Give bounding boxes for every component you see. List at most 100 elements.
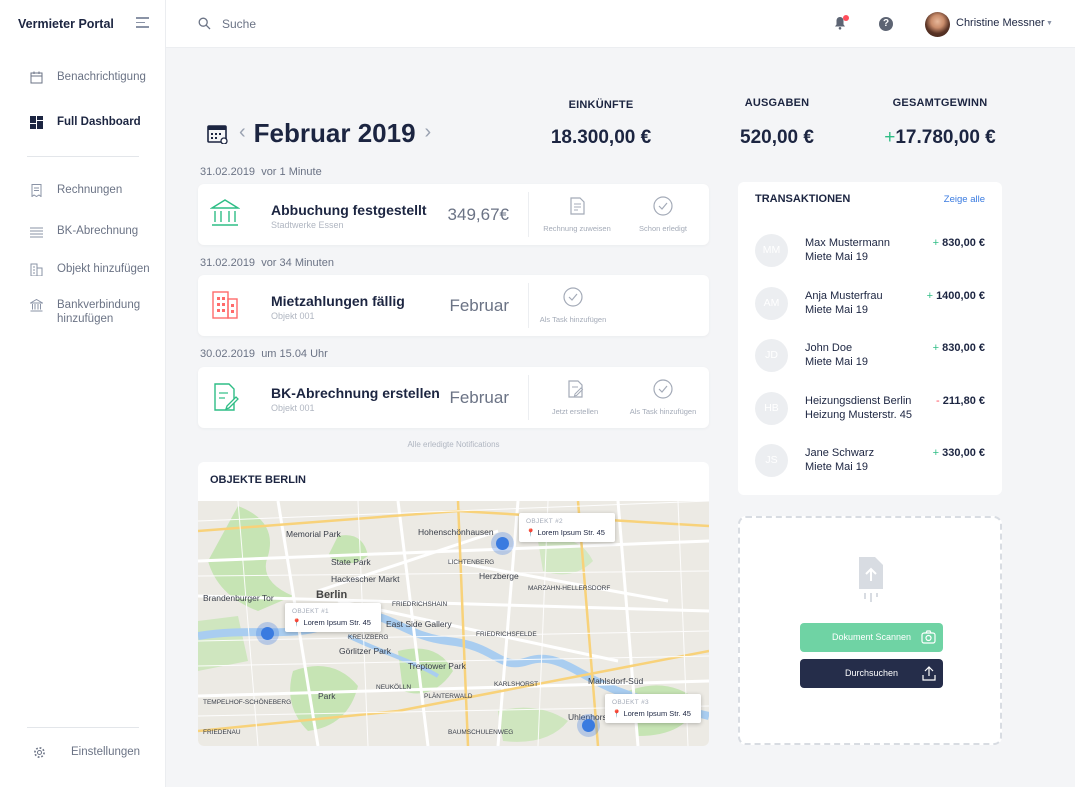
map-place-label: FRIEDRICHSFELDE bbox=[476, 631, 537, 638]
calendar-icon bbox=[30, 71, 43, 84]
document-edit-icon bbox=[568, 380, 584, 398]
transaction-amount: + 830,00 € bbox=[932, 342, 985, 354]
browse-button[interactable]: Durchsuchen bbox=[800, 659, 943, 688]
map-place-label: FRIEDRICHSHAIN bbox=[392, 601, 448, 608]
calendar-icon[interactable] bbox=[207, 124, 229, 144]
chevron-left-icon[interactable]: ‹ bbox=[239, 121, 246, 144]
notification-title: Mietzahlungen fällig bbox=[271, 293, 405, 309]
kpi-profit-amount: 17.780,00 € bbox=[895, 127, 996, 148]
menu-toggle-icon[interactable] bbox=[136, 17, 149, 29]
map-place-label: TEMPELHOF-SCHÖNEBERG bbox=[203, 699, 292, 706]
map-place-label: Treptower Park bbox=[408, 661, 466, 671]
gear-icon bbox=[34, 747, 45, 758]
scan-document-button[interactable]: Dokument Scannen bbox=[800, 623, 943, 652]
assign-invoice-action[interactable]: Rechnung zuweisen bbox=[532, 196, 622, 233]
transactions-title: TRANSAKTIONEN bbox=[755, 193, 851, 205]
sidebar-item-objekt-hinzufuegen[interactable]: Objekt hinzufügen bbox=[30, 262, 150, 276]
map-title: OBJEKTE BERLIN bbox=[210, 474, 306, 486]
map-popup-address: 📍 Lorem Ipsum Str. 45 bbox=[612, 709, 691, 718]
check-circle-icon bbox=[653, 379, 673, 399]
sidebar-item-label: Bankverbindung hinzufügen bbox=[57, 299, 141, 325]
document-edit-icon bbox=[214, 383, 239, 411]
map-place-label: Park bbox=[318, 691, 336, 701]
current-month: Februar 2019 bbox=[253, 118, 416, 148]
notification-amount: Februar bbox=[449, 388, 509, 407]
notification-card[interactable]: BK-Abrechnung erstellen Objekt 001 Febru… bbox=[198, 367, 709, 428]
divider bbox=[528, 375, 529, 420]
notification-date: 31.02.2019 vor 34 Minuten bbox=[200, 257, 334, 269]
map-place-label: MARZAHN-HELLERSDORF bbox=[528, 585, 611, 592]
map-popup-objekt-3[interactable]: OBJEKT #3 📍 Lorem Ipsum Str. 45 bbox=[605, 694, 701, 723]
sidebar-item-label: Benachrichtigung bbox=[57, 71, 146, 83]
map-marker-objekt-1[interactable] bbox=[261, 627, 274, 640]
notification-amount: Februar bbox=[449, 296, 509, 315]
transaction-description: Miete Mai 19 bbox=[805, 304, 868, 316]
transaction-row[interactable]: MM Max Mustermann Miete Mai 19 + 830,00 … bbox=[755, 234, 985, 274]
transaction-name: Jane Schwarz bbox=[805, 447, 875, 459]
map-place-label: NEUKÖLLN bbox=[376, 684, 412, 691]
avatar[interactable] bbox=[925, 12, 950, 37]
mark-done-action[interactable]: Schon erledigt bbox=[618, 196, 708, 233]
map-place-label: Hohenschönhausen bbox=[418, 527, 494, 537]
sidebar-item-einstellungen[interactable]: Einstellungen bbox=[33, 745, 140, 759]
notification-amount: 349,67€ bbox=[447, 205, 509, 224]
kpi-expenses-label: AUSGABEN bbox=[744, 97, 810, 109]
sidebar-item-label: Einstellungen bbox=[71, 746, 141, 758]
transaction-row[interactable]: HB Heizungsdienst Berlin Heizung Musters… bbox=[755, 392, 985, 432]
sidebar-item-benachrichtigung[interactable]: Benachrichtigung bbox=[30, 70, 146, 84]
avatar: HB bbox=[755, 392, 788, 425]
notification-date: 30.02.2019 um 15.04 Uhr bbox=[200, 348, 328, 360]
search-input[interactable] bbox=[222, 14, 422, 34]
avatar: JD bbox=[755, 339, 788, 372]
map-place-label: Mahlsdorf-Süd bbox=[588, 676, 644, 686]
chevron-down-icon[interactable]: ▼ bbox=[1046, 20, 1053, 27]
map-place-label: KREUZBERG bbox=[348, 634, 389, 641]
user-name[interactable]: Christine Messner bbox=[956, 17, 1045, 29]
map-popup-objekt-1[interactable]: OBJEKT #1 📍 Lorem Ipsum Str. 45 bbox=[285, 603, 381, 632]
create-now-action[interactable]: Jetzt erstellen bbox=[530, 379, 620, 416]
plus-sign: + bbox=[884, 127, 896, 148]
transaction-amount: + 1400,00 € bbox=[926, 290, 985, 302]
search-icon[interactable] bbox=[198, 17, 211, 30]
sidebar-item-bk-abrechnung[interactable]: BK-Abrechnung bbox=[30, 224, 138, 238]
chevron-right-icon[interactable]: › bbox=[425, 121, 432, 144]
transaction-row[interactable]: JD John Doe Miete Mai 19 + 830,00 € bbox=[755, 339, 985, 379]
bank-icon bbox=[30, 299, 43, 312]
map-popup-objekt-2[interactable]: OBJEKT #2 📍 Lorem Ipsum Str. 45 bbox=[519, 513, 615, 542]
map-place-label: PLÄNTERWALD bbox=[424, 693, 473, 700]
map-popup-address: 📍 Lorem Ipsum Str. 45 bbox=[292, 618, 371, 627]
add-task-action[interactable]: Als Task hinzufügen bbox=[618, 379, 708, 416]
sidebar-item-rechnungen[interactable]: Rechnungen bbox=[30, 183, 122, 197]
notification-subtitle: Stadtwerke Essen bbox=[271, 220, 344, 230]
sidebar-item-full-dashboard[interactable]: Full Dashboard bbox=[30, 115, 141, 129]
transaction-row[interactable]: JS Jane Schwarz Miete Mai 19 + 330,00 € bbox=[755, 444, 985, 484]
upload-document-icon bbox=[859, 557, 883, 602]
notification-card[interactable]: Mietzahlungen fällig Objekt 001 Februar … bbox=[198, 275, 709, 336]
help-icon[interactable]: ? bbox=[879, 17, 893, 31]
map-marker-objekt-2[interactable] bbox=[496, 537, 509, 550]
all-notifications-link[interactable]: Alle erledigte Notifications bbox=[198, 440, 709, 449]
transactions-card: TRANSAKTIONEN Zeige alle MM Max Musterma… bbox=[738, 182, 1002, 495]
transaction-description: Miete Mai 19 bbox=[805, 461, 868, 473]
upload-icon bbox=[922, 666, 936, 681]
map-place-label: FRIEDENAU bbox=[203, 729, 241, 736]
map-place-label: Hackescher Markt bbox=[331, 574, 400, 584]
show-all-link[interactable]: Zeige alle bbox=[944, 194, 985, 205]
month-selector: ‹ Februar 2019 › bbox=[207, 118, 431, 149]
add-task-action[interactable]: Als Task hinzufügen bbox=[528, 287, 618, 324]
transaction-name: Anja Musterfrau bbox=[805, 290, 883, 302]
camera-icon bbox=[921, 630, 936, 644]
map-place-label: Brandenburger Tor bbox=[203, 593, 274, 603]
map-marker-objekt-3[interactable] bbox=[582, 719, 595, 732]
notification-card[interactable]: Abbuchung festgestellt Stadtwerke Essen … bbox=[198, 184, 709, 245]
map-place-label: LICHTENBERG bbox=[448, 559, 495, 566]
document-dropzone[interactable]: Dokument Scannen Durchsuchen bbox=[738, 516, 1002, 745]
map-place-label: KARLSHORST bbox=[494, 681, 539, 688]
transaction-row[interactable]: AM Anja Musterfrau Miete Mai 19 + 1400,0… bbox=[755, 287, 985, 327]
kpi-profit-value: +17.780,00 € bbox=[860, 127, 1020, 149]
kpi-profit-label: GESAMTGEWINN bbox=[892, 97, 988, 109]
transaction-name: Max Mustermann bbox=[805, 237, 890, 249]
map[interactable]: Hohenschönhausen Herzberge Memorial Park… bbox=[198, 500, 709, 746]
sidebar-item-bankverbindung[interactable]: Bankverbindung hinzufügen bbox=[30, 298, 150, 326]
map-popup-address: 📍 Lorem Ipsum Str. 45 bbox=[526, 528, 605, 537]
